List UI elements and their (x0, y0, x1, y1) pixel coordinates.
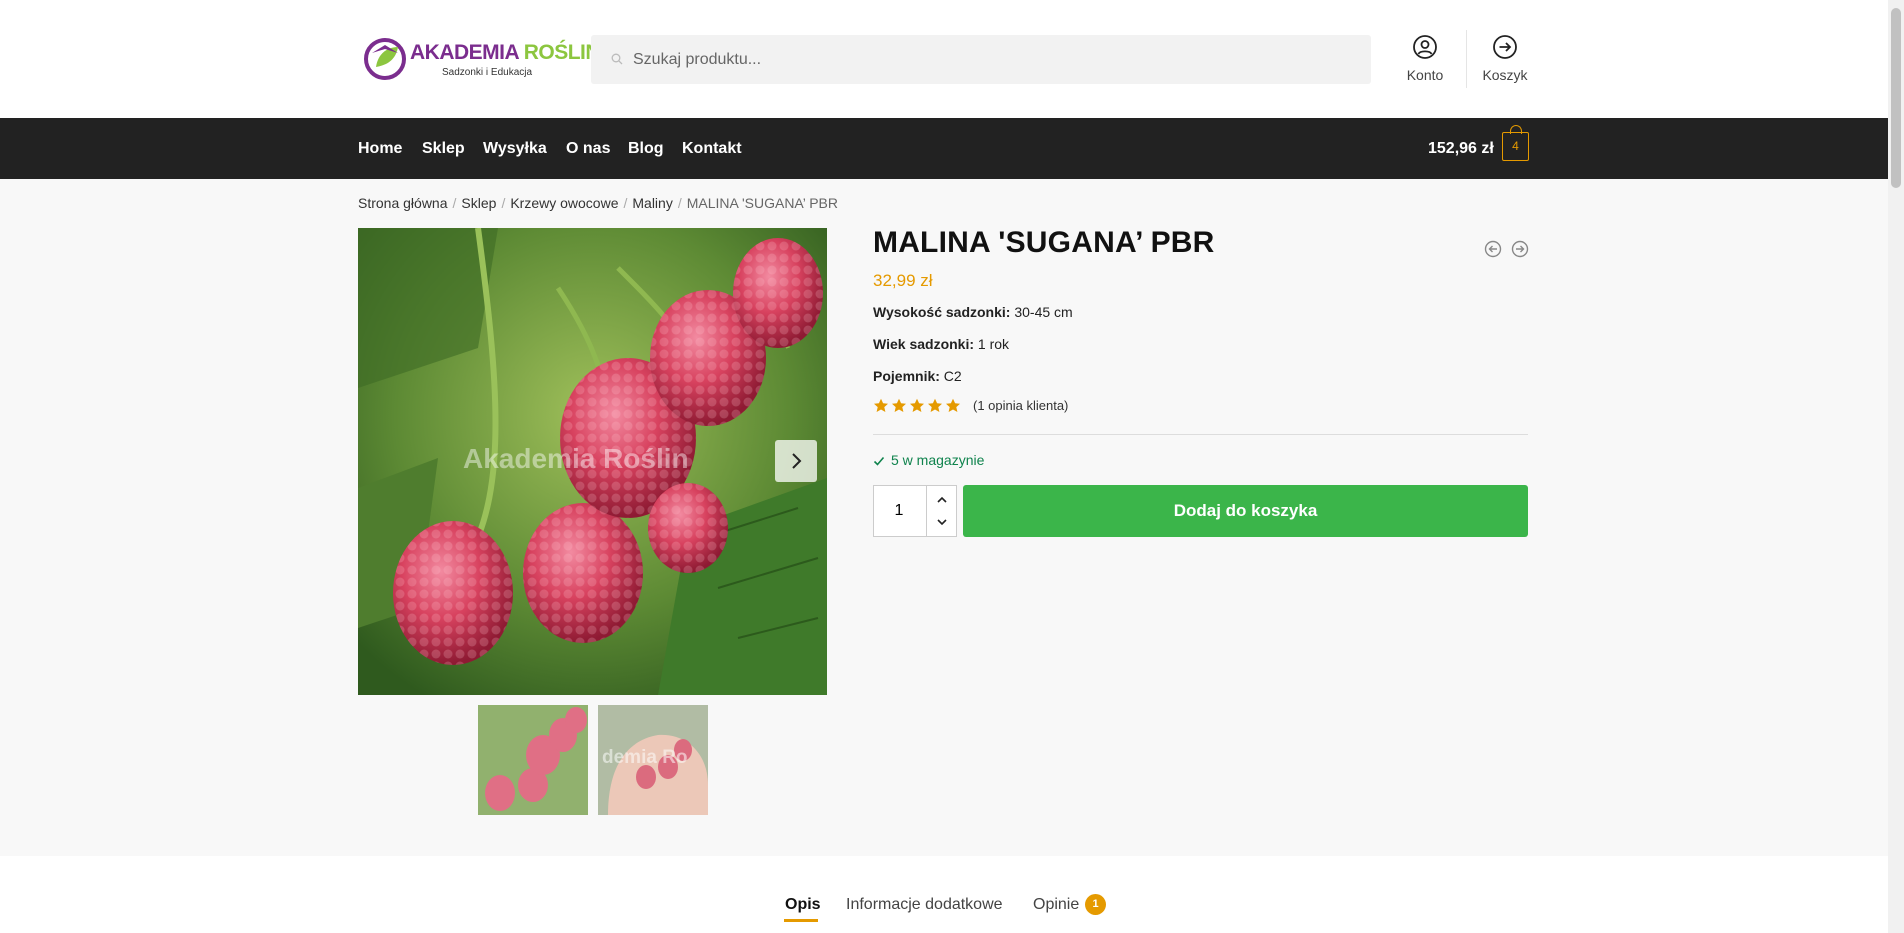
star-rating (873, 397, 963, 415)
account-button[interactable]: Konto (1390, 34, 1460, 86)
chevron-up-icon[interactable] (927, 486, 957, 511)
search-input[interactable] (633, 35, 1353, 84)
image-watermark: Akademia Roślin (463, 443, 689, 474)
attribute-value: C2 (939, 368, 962, 384)
star-icon (946, 398, 960, 412)
product-title: MALINA 'SUGANA’ PBR (873, 226, 1215, 259)
stock-status: 5 w magazynie (873, 452, 984, 468)
nav-item-home[interactable]: Home (358, 140, 402, 158)
arrow-right-circle-icon (1493, 35, 1517, 59)
attribute-label: Wiek sadzonki: (873, 336, 975, 352)
tab-opinie[interactable]: Opinie (1033, 896, 1079, 914)
divider (873, 434, 1528, 435)
cart-count-badge[interactable]: 4 (1502, 125, 1529, 161)
header-divider (1466, 30, 1467, 88)
nav-item-o-nas[interactable]: O nas (566, 140, 610, 158)
quantity-input[interactable] (874, 486, 924, 536)
account-label: Konto (1406, 67, 1444, 83)
gallery-next-button[interactable] (775, 440, 817, 482)
logo-name: AKADEMIA ROŚLIN (410, 41, 601, 64)
attribute-container: Pojemnik: C2 (873, 368, 962, 384)
breadcrumb-separator: / (623, 195, 628, 211)
gallery-thumbnail[interactable] (478, 705, 588, 815)
active-tab-indicator (784, 919, 818, 922)
nav-item-wysylka[interactable]: Wysyłka (483, 140, 547, 158)
quantity-stepper (873, 485, 957, 537)
product-tabs: Opis Informacje dodatkowe Opinie 1 (0, 856, 1888, 933)
star-icon (874, 398, 888, 412)
chevron-down-icon[interactable] (927, 511, 957, 536)
stock-text: 5 w magazynie (891, 452, 985, 468)
breadcrumb-separator: / (452, 195, 457, 211)
quantity-step-controls (926, 486, 956, 536)
search-icon (611, 53, 623, 65)
previous-product-icon[interactable] (1484, 240, 1502, 258)
page-scrollbar[interactable] (1888, 0, 1904, 933)
breadcrumb-item[interactable]: Krzewy owocowe (510, 195, 618, 211)
cart-total[interactable]: 152,96 zł (1428, 140, 1494, 158)
add-to-cart-button[interactable]: Dodaj do koszyka (963, 485, 1528, 537)
tab-opis[interactable]: Opis (785, 896, 821, 914)
breadcrumb-item[interactable]: Sklep (461, 195, 496, 211)
tab-informacje-dodatkowe[interactable]: Informacje dodatkowe (846, 896, 1003, 914)
product-navigation (1484, 240, 1534, 263)
breadcrumb-item[interactable]: Strona główna (358, 195, 448, 211)
site-logo[interactable]: AKADEMIA ROŚLIN Sadzonki i Edukacja (362, 33, 601, 83)
attribute-label: Pojemnik: (873, 368, 940, 384)
check-icon (873, 456, 885, 466)
thumbnail-hand-raspberries: demia Ro (598, 705, 708, 815)
attribute-age: Wiek sadzonki: 1 rok (873, 336, 1009, 352)
chevron-right-icon (792, 453, 802, 469)
product-price: 32,99 zł (873, 271, 933, 290)
breadcrumb-current: MALINA 'SUGANA’ PBR (686, 195, 838, 211)
thumbnail-watermark: demia Ro (602, 747, 688, 768)
breadcrumb-item[interactable]: Maliny (632, 195, 672, 211)
logo-leaf-icon (364, 38, 406, 80)
cart-label: Koszyk (1482, 67, 1528, 83)
gallery-thumbnail[interactable]: demia Ro (598, 705, 708, 815)
breadcrumb: Strona główna / Sklep / Krzewy owocowe / Malin… (358, 195, 838, 211)
nav-item-kontakt[interactable]: Kontakt (682, 140, 742, 158)
product-main-image[interactable]: Akademia Roślin (358, 228, 827, 695)
search-bar (591, 35, 1371, 84)
user-icon (1413, 35, 1437, 59)
nav-item-blog[interactable]: Blog (628, 140, 664, 158)
attribute-height: Wysokość sadzonki: 30-45 cm (873, 304, 1073, 320)
star-icon (892, 398, 906, 412)
thumbnail-raspberries (478, 705, 588, 815)
reviews-count-badge: 1 (1085, 894, 1106, 915)
raspberry-photo: Akademia Roślin (358, 228, 827, 695)
attribute-value: 1 rok (974, 336, 1010, 352)
breadcrumb-separator: / (677, 195, 682, 211)
breadcrumb-separator: / (501, 195, 506, 211)
main-navigation: Home Sklep Wysyłka O nas Blog Kontakt 15… (0, 118, 1888, 179)
reviews-link[interactable]: (1 opinia klienta) (973, 398, 1068, 413)
next-product-icon[interactable] (1511, 240, 1529, 258)
scrollbar-thumb[interactable] (1891, 8, 1901, 188)
star-icon (910, 398, 924, 412)
logo-tagline: Sadzonki i Edukacja (442, 67, 533, 78)
cart-header-button[interactable]: Koszyk (1470, 34, 1540, 86)
attribute-value: 30-45 cm (1010, 304, 1073, 320)
attribute-label: Wysokość sadzonki: (873, 304, 1011, 320)
nav-item-sklep[interactable]: Sklep (422, 140, 465, 158)
star-icon (928, 398, 942, 412)
site-header: AKADEMIA ROŚLIN Sadzonki i Edukacja Kont… (0, 0, 1888, 118)
